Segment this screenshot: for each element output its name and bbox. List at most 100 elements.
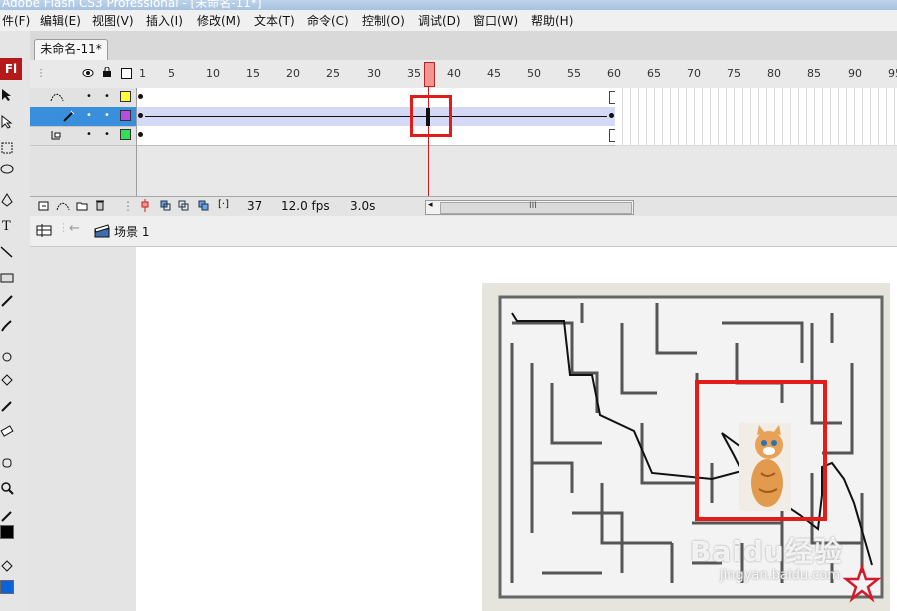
hand-icon[interactable] xyxy=(0,455,14,469)
empty-frames[interactable] xyxy=(615,88,897,108)
edit-multiple-frames-icon[interactable] xyxy=(198,200,210,211)
visibility-dot[interactable]: • xyxy=(86,110,92,121)
lasso-icon[interactable] xyxy=(0,163,14,177)
layer-row-guided[interactable]: • • xyxy=(30,126,136,146)
divider-grip-icon: ⋮ xyxy=(58,221,69,234)
document-tab[interactable]: 未命名-11* xyxy=(34,39,108,60)
back-arrow-icon[interactable]: ← xyxy=(69,221,80,236)
svg-text:T: T xyxy=(2,219,11,232)
menu-file[interactable]: 件(F) xyxy=(2,12,30,29)
keyframe[interactable] xyxy=(138,113,143,118)
selection-icon[interactable] xyxy=(0,88,14,102)
layer-color-swatch[interactable] xyxy=(120,129,131,140)
scene-label[interactable]: 场景 1 xyxy=(114,223,149,240)
menu-modify[interactable]: 修改(M) xyxy=(197,12,241,29)
onion-skin-outlines-icon[interactable] xyxy=(178,200,190,211)
menu-commands[interactable]: 命令(C) xyxy=(307,12,349,29)
paint-bucket-icon[interactable] xyxy=(0,373,14,387)
timeline-scrollbar[interactable]: ◂ III xyxy=(425,200,634,215)
keyframe[interactable] xyxy=(138,94,143,99)
layer-row-guide[interactable]: • • xyxy=(30,88,136,108)
center-frame-icon[interactable] xyxy=(141,199,149,212)
timeline-header: ⋮ 1 5 10 15 20 25 30 35 40 45 50 55 60 6… xyxy=(30,60,897,89)
menu-edit[interactable]: 编辑(E) xyxy=(40,12,81,29)
timeline-frames[interactable] xyxy=(137,88,897,196)
fill-color-icon[interactable] xyxy=(0,559,14,573)
frame-rate[interactable]: 12.0 fps xyxy=(281,199,330,213)
frame-span[interactable] xyxy=(137,126,615,146)
empty-frames[interactable] xyxy=(615,126,897,146)
menu-view[interactable]: 视图(V) xyxy=(92,12,134,29)
fill-color-swatch[interactable] xyxy=(0,580,14,594)
menu-bar: 件(F) 编辑(E) 视图(V) 插入(I) 修改(M) 文本(T) 命令(C)… xyxy=(0,10,897,32)
menu-debug[interactable]: 调试(D) xyxy=(418,12,461,29)
rectangle-icon[interactable] xyxy=(0,271,14,285)
visibility-dot[interactable]: • xyxy=(86,91,92,102)
lock-icon[interactable] xyxy=(102,67,112,78)
keyframe[interactable] xyxy=(138,132,143,137)
layer-color-swatch[interactable] xyxy=(120,110,131,121)
ruler-label: 95 xyxy=(888,67,897,80)
menu-insert[interactable]: 插入(I) xyxy=(146,12,183,29)
menu-control[interactable]: 控制(O) xyxy=(362,12,405,29)
ruler-label: 40 xyxy=(447,67,461,80)
scroll-left-icon[interactable]: ◂ xyxy=(428,200,433,210)
watermark-brand: Baidu经验 xyxy=(690,535,843,568)
layer-row-drawing[interactable]: • • xyxy=(30,107,136,127)
free-transform-icon[interactable] xyxy=(0,141,14,155)
keyframe[interactable] xyxy=(609,113,614,118)
insert-folder-icon[interactable] xyxy=(76,200,88,211)
empty-frames[interactable] xyxy=(615,107,897,127)
brush-icon[interactable] xyxy=(0,319,14,333)
ruler-label: 65 xyxy=(647,67,661,80)
ruler-label: 1 xyxy=(139,67,146,80)
flash-logo: Fl xyxy=(0,58,22,80)
frame-row[interactable] xyxy=(137,126,897,146)
ruler-label: 90 xyxy=(848,67,862,80)
delete-layer-icon[interactable] xyxy=(94,199,106,211)
edit-bar: ⋮ ← 场景 1 xyxy=(30,216,897,247)
ruler-label: 45 xyxy=(487,67,501,80)
timeline-toggle-icon[interactable] xyxy=(36,223,52,238)
eye-icon[interactable] xyxy=(82,68,94,78)
frame-row[interactable] xyxy=(137,88,897,108)
annotation-highlight-frame xyxy=(410,95,452,137)
pen-icon[interactable] xyxy=(0,193,14,207)
onion-skin-icon[interactable] xyxy=(160,200,172,211)
frame-span[interactable] xyxy=(137,88,615,108)
frame-row[interactable] xyxy=(137,107,897,127)
divider-grip-icon: ⋮ xyxy=(122,199,134,213)
pencil-icon[interactable] xyxy=(0,294,14,308)
annotation-highlight-stage xyxy=(695,380,827,521)
guided-layer-icon xyxy=(51,131,61,140)
eyedropper-icon[interactable] xyxy=(0,399,14,413)
lock-dot[interactable]: • xyxy=(104,129,110,140)
eraser-icon[interactable] xyxy=(0,424,14,438)
zoom-icon[interactable] xyxy=(0,481,14,495)
playhead[interactable] xyxy=(424,62,435,87)
lock-dot[interactable]: • xyxy=(104,110,110,121)
watermark-url: jingyan.baidu.com xyxy=(720,568,840,583)
stroke-color-icon[interactable] xyxy=(0,509,14,523)
ruler-label: 25 xyxy=(326,67,340,80)
menu-help[interactable]: 帮助(H) xyxy=(531,12,573,29)
add-motion-guide-icon[interactable] xyxy=(56,200,70,211)
stroke-color-swatch[interactable] xyxy=(0,525,14,539)
text-icon[interactable]: T xyxy=(0,218,14,232)
motion-tween-span[interactable] xyxy=(137,107,615,127)
ruler-label: 80 xyxy=(767,67,781,80)
ink-bottle-icon[interactable] xyxy=(0,349,14,363)
modify-onion-markers-icon[interactable]: [·] xyxy=(218,199,229,210)
line-icon[interactable] xyxy=(0,245,14,259)
menu-window[interactable]: 窗口(W) xyxy=(473,12,518,29)
visibility-dot[interactable]: • xyxy=(86,129,92,140)
menu-text[interactable]: 文本(T) xyxy=(254,12,295,29)
layer-color-swatch[interactable] xyxy=(120,91,131,102)
outline-icon[interactable] xyxy=(121,68,132,79)
ruler-label: 30 xyxy=(367,67,381,80)
scrollbar-thumb[interactable]: III xyxy=(440,201,632,214)
ruler-label: 10 xyxy=(206,67,220,80)
lock-dot[interactable]: • xyxy=(104,91,110,102)
subselection-icon[interactable] xyxy=(0,115,14,129)
insert-layer-icon[interactable] xyxy=(38,200,50,211)
